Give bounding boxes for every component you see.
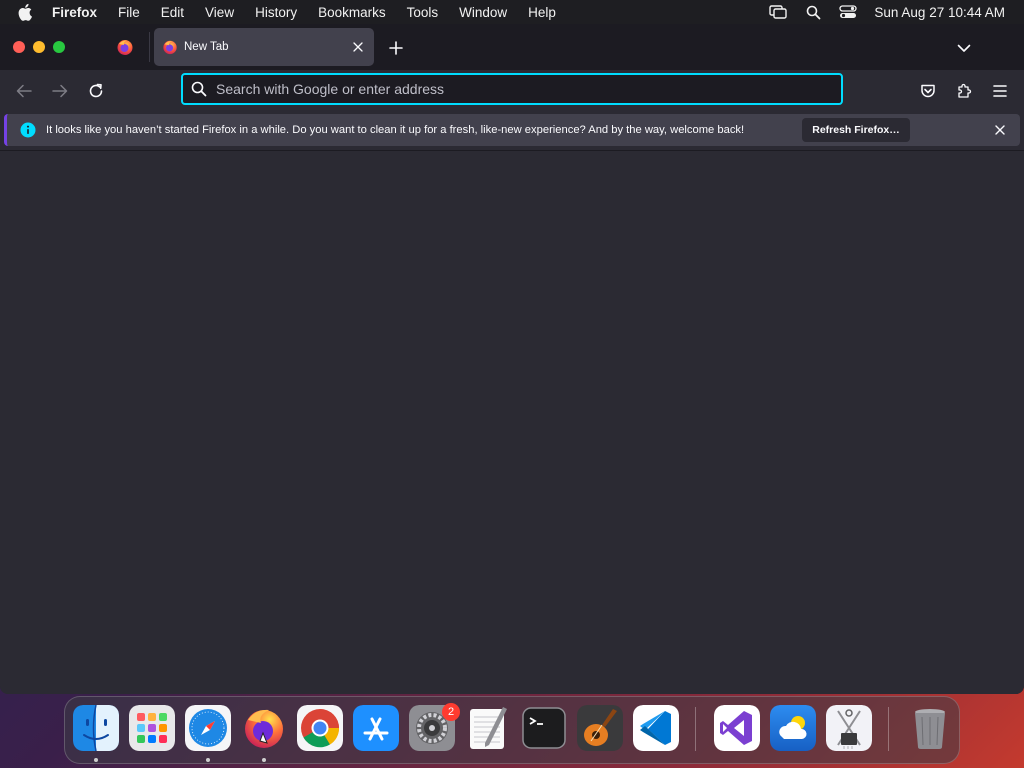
dock-separator	[695, 707, 696, 751]
dock-running-indicator	[94, 758, 98, 762]
dock-trash-icon[interactable]	[907, 705, 953, 751]
tab-new-tab[interactable]: New Tab	[154, 28, 374, 66]
search-icon	[191, 81, 207, 97]
tab-title: New Tab	[184, 41, 229, 53]
apple-menu-icon[interactable]	[18, 3, 36, 21]
dock-app-store-icon[interactable]	[353, 705, 399, 751]
window-close-button[interactable]	[13, 41, 25, 53]
dock-launchpad-icon[interactable]	[129, 705, 175, 751]
menu-tools[interactable]: Tools	[407, 5, 439, 20]
navigation-toolbar	[0, 70, 1024, 112]
extensions-puzzle-icon[interactable]	[955, 82, 973, 100]
dock: 2	[64, 696, 960, 764]
menu-window[interactable]: Window	[459, 5, 507, 20]
menu-edit[interactable]: Edit	[161, 5, 184, 20]
window-minimize-button[interactable]	[33, 41, 45, 53]
pocket-icon[interactable]	[919, 82, 937, 100]
dock-running-indicator	[262, 758, 266, 762]
tab-strip: New Tab	[0, 24, 1024, 70]
dock-separator	[888, 707, 889, 751]
address-input[interactable]	[216, 81, 841, 97]
dock-weather-icon[interactable]	[770, 705, 816, 751]
firefox-window: New Tab Search with Google or enter addr…	[0, 24, 1024, 694]
page-content-area[interactable]	[0, 151, 1024, 694]
dock-terminal-icon[interactable]	[521, 705, 567, 751]
system-settings-notification-badge: 2	[442, 703, 460, 721]
dock-visual-studio-icon[interactable]	[714, 705, 760, 751]
menu-history[interactable]: History	[255, 5, 297, 20]
menu-file[interactable]: File	[118, 5, 140, 20]
window-zoom-button[interactable]	[53, 41, 65, 53]
menu-help[interactable]: Help	[528, 5, 556, 20]
menu-view[interactable]: View	[205, 5, 234, 20]
menubar-clock[interactable]: Sun Aug 27 10:44 AM	[874, 5, 1005, 20]
screen-mirroring-icon[interactable]	[769, 3, 788, 21]
dock-vscode-icon[interactable]	[633, 705, 679, 751]
tab-separator	[149, 32, 150, 62]
pinned-tab-firefox-icon[interactable]	[116, 38, 134, 56]
new-tab-plus-icon[interactable]	[387, 39, 405, 57]
dock-chrome-icon[interactable]	[297, 705, 343, 751]
dock-garageband-icon[interactable]	[577, 705, 623, 751]
spotlight-search-icon[interactable]	[804, 3, 822, 21]
back-arrow-icon[interactable]	[15, 82, 33, 100]
list-all-tabs-chevron-down-icon[interactable]	[955, 39, 973, 57]
control-center-icon[interactable]	[839, 3, 858, 21]
dock-safari-icon[interactable]	[185, 705, 231, 751]
refresh-firefox-notification: It looks like you haven’t started Firefo…	[4, 114, 1020, 146]
dock-system-information-icon[interactable]	[826, 705, 872, 751]
menu-bookmarks[interactable]: Bookmarks	[318, 5, 386, 20]
dock-textedit-icon[interactable]	[465, 705, 511, 751]
app-menu-hamburger-icon[interactable]	[991, 82, 1009, 100]
notification-message: It looks like you haven’t started Firefo…	[46, 124, 745, 136]
address-bar[interactable]	[181, 73, 843, 105]
refresh-firefox-button[interactable]: Refresh Firefox…	[802, 118, 910, 142]
dock-finder-icon[interactable]	[73, 705, 119, 751]
dock-firefox-icon[interactable]	[241, 705, 287, 751]
reload-icon[interactable]	[87, 82, 105, 100]
forward-arrow-icon[interactable]	[51, 82, 69, 100]
dock-running-indicator	[206, 758, 210, 762]
close-notification-icon[interactable]	[992, 122, 1008, 138]
close-tab-icon[interactable]	[350, 39, 366, 55]
menu-app-firefox[interactable]: Firefox	[52, 5, 97, 20]
menu-bar: Firefox File Edit View History Bookmarks…	[0, 0, 1024, 24]
info-icon	[20, 122, 36, 138]
firefox-favicon-icon	[162, 39, 178, 55]
